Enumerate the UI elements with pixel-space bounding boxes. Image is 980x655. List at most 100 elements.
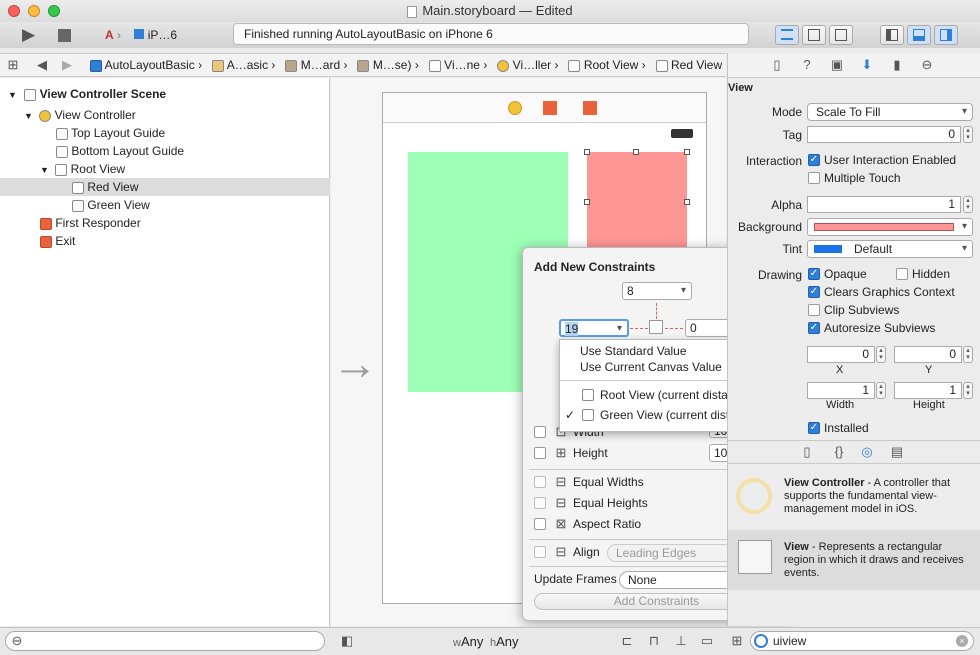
- library-item-view[interactable]: View - Represents a rectangular region i…: [728, 530, 980, 590]
- equal-widths-checkbox[interactable]: [534, 476, 546, 488]
- identity-inspector-icon[interactable]: ▣: [830, 58, 844, 72]
- outline-toggle-icon[interactable]: ◧: [340, 634, 354, 648]
- outline-root-view[interactable]: ▼ Root View: [0, 160, 330, 178]
- clip-subviews-checkbox[interactable]: [808, 304, 820, 316]
- outline-filter-field[interactable]: ⊖: [5, 631, 325, 651]
- top-spacing-combo[interactable]: 8: [622, 282, 692, 300]
- attributes-inspector-icon[interactable]: ⬇: [860, 58, 874, 72]
- outline-green-view[interactable]: Green View: [0, 196, 330, 214]
- breadcrumb-scene[interactable]: Vi…ne ›: [428, 54, 487, 76]
- y-field[interactable]: 0: [894, 346, 962, 363]
- stack-icon[interactable]: ⊏: [620, 634, 634, 648]
- assistant-editor-button[interactable]: [802, 25, 826, 45]
- resize-handle[interactable]: [633, 149, 639, 155]
- user-interaction-checkbox[interactable]: ✓: [808, 154, 820, 166]
- pin-menu-icon[interactable]: ⊥: [674, 634, 688, 648]
- utilities-toggle[interactable]: [934, 25, 958, 45]
- resize-handle[interactable]: [684, 149, 690, 155]
- file-inspector-icon[interactable]: ▯: [770, 58, 784, 72]
- media-library-icon[interactable]: ▤: [890, 445, 904, 459]
- size-inspector-icon[interactable]: ▮: [890, 58, 904, 72]
- resolve-issues-icon[interactable]: ▭: [700, 634, 714, 648]
- run-button[interactable]: ▶: [22, 25, 44, 45]
- trailing-constraint-strut[interactable]: [665, 328, 683, 329]
- connections-inspector-icon[interactable]: ⊖: [920, 58, 934, 72]
- outline-red-view[interactable]: Red View: [0, 178, 330, 196]
- tag-field[interactable]: 0: [807, 126, 961, 143]
- debug-toggle[interactable]: [907, 25, 931, 45]
- align-menu-icon[interactable]: ⊓: [647, 634, 661, 648]
- stop-button[interactable]: [58, 29, 71, 42]
- outline-first-responder[interactable]: First Responder: [0, 214, 330, 232]
- breadcrumb-red-view[interactable]: Red View: [655, 54, 722, 76]
- opaque-checkbox[interactable]: ✓: [808, 268, 820, 280]
- quick-help-icon[interactable]: ?: [800, 58, 814, 72]
- aspect-ratio-checkbox[interactable]: [534, 518, 546, 530]
- installed-checkbox[interactable]: ✓: [808, 422, 820, 434]
- tag-stepper[interactable]: ▴ ▾: [963, 126, 973, 143]
- file-template-icon[interactable]: ▯: [800, 445, 814, 459]
- library-item-view-controller[interactable]: View Controller - A controller that supp…: [728, 466, 980, 528]
- align-label: Align: [573, 545, 600, 559]
- breadcrumb-folder[interactable]: A…asic ›: [212, 54, 275, 76]
- outline-top-layout-guide[interactable]: Top Layout Guide: [0, 124, 330, 142]
- library-grid-icon[interactable]: ⊞: [730, 634, 744, 648]
- breadcrumb-controller[interactable]: Vi…ller ›: [497, 54, 558, 76]
- outline-scene[interactable]: ▼ View Controller Scene: [0, 85, 330, 103]
- menu-item-canvas-value[interactable]: Use Current Canvas Value: [580, 360, 722, 374]
- breadcrumb-root-view[interactable]: Root View ›: [568, 54, 646, 76]
- height-stepper[interactable]: ▴ ▾: [963, 382, 973, 399]
- y-stepper[interactable]: ▴ ▾: [963, 346, 973, 363]
- mode-popup[interactable]: Scale To Fill: [807, 103, 973, 121]
- back-arrow-icon[interactable]: ◀: [35, 58, 49, 72]
- tint-popup[interactable]: Default: [807, 240, 973, 258]
- background-color-well[interactable]: [807, 218, 973, 236]
- leading-spacing-combo[interactable]: 19: [559, 319, 629, 337]
- width-field[interactable]: 1: [807, 382, 875, 399]
- resize-handle[interactable]: [584, 149, 590, 155]
- x-field[interactable]: 0: [807, 346, 875, 363]
- top-constraint-strut[interactable]: [656, 303, 657, 319]
- hidden-checkbox[interactable]: [896, 268, 908, 280]
- height-checkbox[interactable]: [534, 447, 546, 459]
- breadcrumb-base[interactable]: M…se) ›: [357, 54, 419, 76]
- minimize-button[interactable]: [28, 5, 40, 17]
- clears-context-checkbox[interactable]: ✓: [808, 286, 820, 298]
- close-button[interactable]: [8, 5, 20, 17]
- version-editor-button[interactable]: [829, 25, 853, 45]
- breadcrumb-project[interactable]: AutoLayoutBasic ›: [90, 54, 202, 76]
- menu-item-standard-value[interactable]: Use Standard Value: [580, 344, 687, 358]
- view-controller-icon[interactable]: [508, 101, 522, 115]
- navigator-toggle[interactable]: [880, 25, 904, 45]
- red-view[interactable]: [587, 152, 687, 252]
- related-items-icon[interactable]: ⊞: [6, 58, 20, 72]
- align-checkbox[interactable]: [534, 546, 546, 558]
- library-search-field[interactable]: uiview ×: [750, 631, 974, 651]
- x-stepper[interactable]: ▴ ▾: [876, 346, 886, 363]
- breadcrumb-storyboard[interactable]: M…ard ›: [285, 54, 347, 76]
- alpha-stepper[interactable]: ▴ ▾: [963, 196, 973, 213]
- forward-arrow-icon[interactable]: ▶: [60, 58, 74, 72]
- width-stepper[interactable]: ▴ ▾: [876, 382, 886, 399]
- resize-handle[interactable]: [584, 199, 590, 205]
- scheme-selector[interactable]: A › iP…6: [105, 25, 177, 45]
- standard-editor-button[interactable]: [775, 25, 799, 45]
- width-checkbox[interactable]: [534, 426, 546, 438]
- object-library-icon[interactable]: ◎: [860, 445, 874, 459]
- resize-handle[interactable]: [684, 199, 690, 205]
- outline-exit[interactable]: Exit: [0, 232, 330, 250]
- alpha-field[interactable]: 1: [807, 196, 961, 213]
- first-responder-icon[interactable]: [543, 101, 557, 115]
- outline-bottom-layout-guide[interactable]: Bottom Layout Guide: [0, 142, 330, 160]
- size-class-selector[interactable]: wAny hAny: [453, 634, 519, 649]
- clear-search-icon[interactable]: ×: [956, 635, 968, 647]
- multiple-touch-checkbox[interactable]: [808, 172, 820, 184]
- outline-view-controller[interactable]: ▼ View Controller: [0, 106, 330, 124]
- equal-heights-checkbox[interactable]: [534, 497, 546, 509]
- zoom-button[interactable]: [48, 5, 60, 17]
- exit-icon[interactable]: [583, 101, 597, 115]
- code-snippet-icon[interactable]: {}: [832, 445, 846, 459]
- autoresize-checkbox[interactable]: ✓: [808, 322, 820, 334]
- leading-constraint-strut[interactable]: [630, 328, 648, 329]
- height-field[interactable]: 1: [894, 382, 962, 399]
